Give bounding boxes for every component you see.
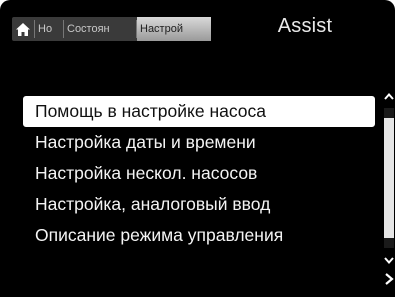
tab-home[interactable]: [12, 17, 34, 41]
top-bar: Но Состоян Настрой Assist: [0, 0, 395, 52]
tab-status[interactable]: Состоян: [65, 17, 135, 41]
tab-home-status[interactable]: Но: [36, 17, 62, 41]
tab-separator: [63, 20, 64, 38]
menu-item-pump-setup-assist[interactable]: Помощь в настройке насоса: [23, 96, 375, 127]
next-button[interactable]: [383, 271, 395, 287]
scroll-down-button[interactable]: [383, 253, 395, 267]
home-icon: [16, 22, 30, 36]
menu-item-label: Помощь в настройке насоса: [35, 101, 267, 121]
scroll-up-button[interactable]: [383, 88, 395, 106]
scroll-thumb[interactable]: [384, 118, 394, 238]
tab-separator: [34, 20, 35, 38]
display-screen: Но Состоян Настрой Assist Помощь в настр…: [0, 0, 395, 297]
menu-item-label: Настройка нескол. насосов: [35, 163, 258, 183]
menu-list: Помощь в настройке насоса Настройка даты…: [23, 96, 375, 251]
tab-label: Но: [38, 23, 53, 35]
page-title: Assist: [277, 15, 333, 37]
menu-item-control-mode-description[interactable]: Описание режима управления: [23, 220, 375, 251]
chevron-down-icon: [384, 257, 394, 265]
chevron-up-icon: [384, 92, 394, 100]
menu-item-date-time-setup[interactable]: Настройка даты и времени: [23, 127, 375, 158]
menu-item-label: Настройка даты и времени: [35, 132, 256, 152]
menu-item-label: Настройка, аналоговый ввод: [35, 194, 271, 214]
menu-item-analog-input-setup[interactable]: Настройка, аналоговый ввод: [23, 189, 375, 220]
tab-label: Настрой: [140, 23, 183, 35]
chevron-right-icon: [385, 273, 394, 285]
tab-label: Состоян: [67, 23, 110, 35]
menu-item-label: Описание режима управления: [35, 225, 284, 245]
tab-settings[interactable]: Настрой: [137, 17, 211, 41]
menu-item-multi-pump-setup[interactable]: Настройка нескол. насосов: [23, 158, 375, 189]
scrollbar[interactable]: [383, 88, 395, 288]
